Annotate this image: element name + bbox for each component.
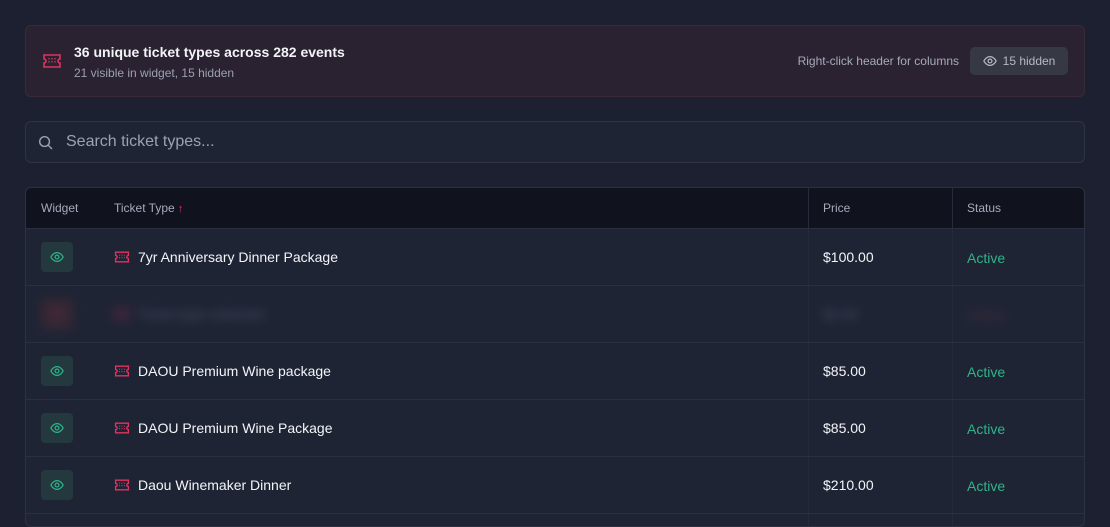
ticket-name: DAOU Premium Wine package xyxy=(138,363,331,379)
eye-icon xyxy=(50,366,64,376)
ticket-name: 7yr Anniversary Dinner Package xyxy=(138,249,338,265)
ticket-icon xyxy=(114,307,130,321)
summary-banner: 36 unique ticket types across 282 events… xyxy=(25,25,1085,97)
ticket-price: $85.00 xyxy=(823,420,866,436)
widget-visibility-toggle[interactable] xyxy=(41,299,73,329)
eye-icon xyxy=(50,252,64,262)
table-row[interactable]: 7yr Anniversary Dinner Package $100.00 A… xyxy=(26,229,1084,286)
widget-visibility-toggle[interactable] xyxy=(41,356,73,386)
eye-off-icon xyxy=(52,309,62,319)
search-bar xyxy=(25,121,1085,163)
ticket-price: $100.00 xyxy=(823,249,874,265)
status-label: Active xyxy=(967,478,1006,494)
header-status[interactable]: Status xyxy=(967,201,1001,215)
eye-icon xyxy=(50,423,64,433)
ticket-name: DAOU Premium Wine Package xyxy=(138,420,333,436)
table-header[interactable]: Widget Ticket Type ↑ Price Status xyxy=(26,188,1084,229)
widget-visibility-toggle[interactable] xyxy=(41,242,73,272)
table-row[interactable]: DAOU Premium Wine Package $85.00 Active xyxy=(26,400,1084,457)
status-label: Active xyxy=(967,421,1006,437)
widget-visibility-toggle[interactable] xyxy=(41,413,73,443)
ticket-price: $85.00 xyxy=(823,363,866,379)
status-label: Active xyxy=(967,250,1006,266)
hidden-columns-button[interactable]: 15 hidden xyxy=(970,47,1068,75)
header-widget[interactable]: Widget xyxy=(41,201,78,215)
banner-title: 36 unique ticket types across 282 events xyxy=(74,44,345,60)
ticket-types-table: Widget Ticket Type ↑ Price Status 7yr Ann… xyxy=(25,187,1085,527)
header-price[interactable]: Price xyxy=(823,201,850,215)
ticket-icon xyxy=(114,364,130,378)
ticket-price: $0.00 xyxy=(823,306,859,322)
status-label: Active xyxy=(967,364,1006,380)
table-row[interactable]: Ticket type redacted $0.00 Active xyxy=(26,286,1084,343)
table-row[interactable]: Daou Winemaker Dinner $210.00 Active xyxy=(26,457,1084,514)
search-input[interactable] xyxy=(66,122,1066,162)
eye-icon xyxy=(50,480,64,490)
ticket-icon xyxy=(114,478,130,492)
header-ticket-type-label: Ticket Type xyxy=(114,201,175,215)
ticket-name: Daou Winemaker Dinner xyxy=(138,477,292,493)
table-row[interactable]: DAOU Premium Wine package $85.00 Active xyxy=(26,343,1084,400)
ticket-icon xyxy=(114,250,130,264)
ticket-price: $210.00 xyxy=(823,477,874,493)
search-icon xyxy=(38,135,53,150)
header-ticket-type[interactable]: Ticket Type ↑ xyxy=(114,201,183,215)
widget-visibility-toggle[interactable] xyxy=(41,470,73,500)
hidden-count-label: 15 hidden xyxy=(1002,54,1056,68)
status-label: Active xyxy=(967,307,1006,323)
sort-asc-icon: ↑ xyxy=(177,203,184,215)
ticket-icon xyxy=(114,421,130,435)
eye-icon xyxy=(982,56,997,66)
banner-subtitle: 21 visible in widget, 15 hidden xyxy=(74,66,235,80)
ticket-name: Ticket type redacted xyxy=(138,306,264,322)
ticket-icon xyxy=(42,53,62,69)
column-hint: Right-click header for columns xyxy=(797,54,959,68)
